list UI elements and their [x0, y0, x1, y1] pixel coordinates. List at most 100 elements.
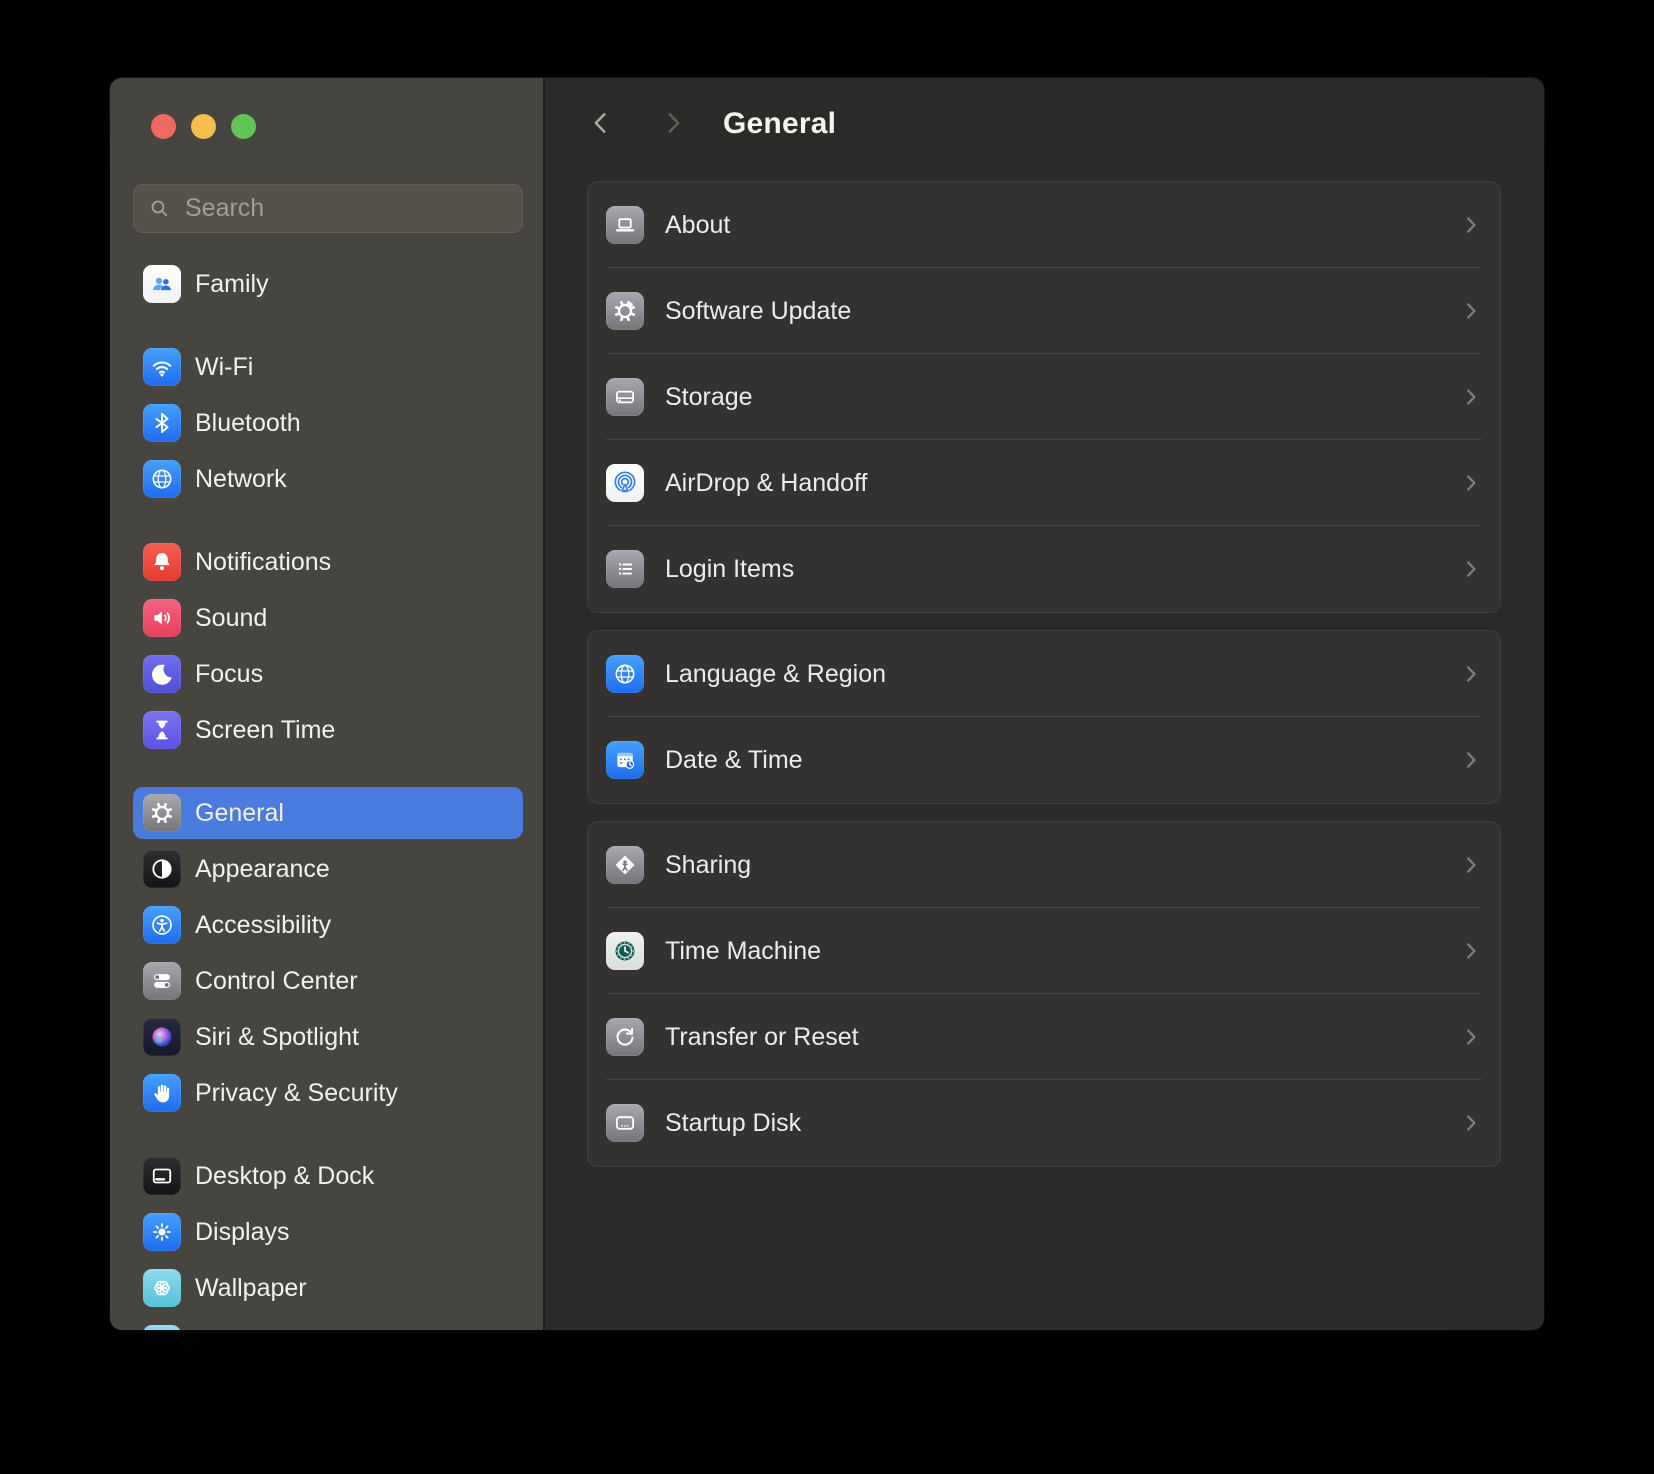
sidebar-item-label: Control Center [195, 966, 358, 995]
content-pane: General About Software Update Storage AirDr… [543, 78, 1544, 1330]
sidebar-item-family[interactable]: Family [133, 258, 523, 310]
desktop-dock-icon [143, 1157, 181, 1195]
sidebar-item-label: Bluetooth [195, 408, 301, 437]
settings-group: About Software Update Storage AirDrop & Han… [587, 181, 1501, 613]
settings-row-date-time[interactable]: Date & Time [588, 717, 1500, 803]
settings-row-about[interactable]: About [588, 182, 1500, 268]
storage-icon [606, 378, 644, 416]
sidebar-item-control-center[interactable]: Control Center [133, 955, 523, 1007]
wallpaper-icon [143, 1269, 181, 1307]
settings-row-airdrop-handoff[interactable]: AirDrop & Handoff [588, 440, 1500, 526]
settings-row-label: About [665, 210, 731, 239]
settings-row-label: Startup Disk [665, 1108, 802, 1137]
search-field[interactable] [133, 184, 523, 233]
siri-icon [143, 1018, 181, 1056]
bluetooth-icon [143, 404, 181, 442]
settings-row-label: Time Machine [665, 936, 822, 965]
sidebar-item-bluetooth[interactable]: Bluetooth [133, 397, 523, 449]
general-icon [143, 794, 181, 832]
sidebar-item-partial[interactable] [133, 1318, 523, 1330]
sidebar-item-focus[interactable]: Focus [133, 648, 523, 700]
sidebar-item-network[interactable]: Network [133, 453, 523, 505]
sidebar-item-label: Displays [195, 1217, 290, 1246]
sidebar-item-label: Sound [195, 603, 268, 632]
settings-sections: About Software Update Storage AirDrop & Han… [545, 181, 1544, 1167]
sidebar-item-screen-time[interactable]: Screen Time [133, 704, 523, 756]
airdrop-icon [606, 464, 644, 502]
settings-row-storage[interactable]: Storage [588, 354, 1500, 440]
sidebar-item-label: Desktop & Dock [195, 1161, 375, 1190]
settings-row-sharing[interactable]: Sharing [588, 822, 1500, 908]
sidebar-item-desktop-dock[interactable]: Desktop & Dock [133, 1150, 523, 1202]
traffic-light-minimize[interactable] [191, 114, 216, 139]
sidebar-item-wallpaper[interactable]: Wallpaper [133, 1262, 523, 1314]
transfer-reset-icon [606, 1018, 644, 1056]
sidebar-item-label: Notifications [195, 547, 332, 576]
desktop-background: Family Wi-Fi Bluetooth Network Notifications… [0, 0, 1654, 1474]
traffic-light-zoom[interactable] [231, 114, 256, 139]
page-title: General [723, 107, 837, 140]
settings-row-startup-disk[interactable]: Startup Disk [588, 1080, 1500, 1166]
sidebar-item-accessibility[interactable]: Accessibility [133, 899, 523, 951]
sidebar-item-label: Privacy & Security [195, 1078, 398, 1107]
settings-group: Language & Region Date & Time [587, 630, 1501, 804]
sidebar-item-label: Network [195, 464, 287, 493]
sidebar-item-displays[interactable]: Displays [133, 1206, 523, 1258]
sidebar-item-privacy-security[interactable]: Privacy & Security [133, 1067, 523, 1119]
settings-row-label: Storage [665, 382, 753, 411]
settings-row-transfer-reset[interactable]: Transfer or Reset [588, 994, 1500, 1080]
about-icon [606, 206, 644, 244]
family-icon [143, 265, 181, 303]
system-settings-window: Family Wi-Fi Bluetooth Network Notifications… [110, 78, 1544, 1330]
sidebar-item-label: General [195, 798, 284, 827]
sidebar-item-label: Appearance [195, 854, 330, 883]
settings-row-language-region[interactable]: Language & Region [588, 631, 1500, 717]
traffic-light-close[interactable] [151, 114, 176, 139]
wifi-icon [143, 348, 181, 386]
language-region-icon [606, 655, 644, 693]
sidebar-item-general[interactable]: General [133, 787, 523, 839]
settings-row-label: Transfer or Reset [665, 1022, 859, 1051]
chevron-right-icon [1460, 558, 1482, 580]
sharing-icon [606, 846, 644, 884]
sidebar-item-label: Siri & Spotlight [195, 1022, 359, 1051]
partial-icon [143, 1325, 181, 1330]
settings-row-time-machine[interactable]: Time Machine [588, 908, 1500, 994]
chevron-right-icon [1460, 663, 1482, 685]
settings-row-software-update[interactable]: Software Update [588, 268, 1500, 354]
chevron-right-icon [659, 109, 687, 137]
focus-icon [143, 655, 181, 693]
settings-group: Sharing Time Machine Transfer or Reset Star… [587, 821, 1501, 1167]
time-machine-icon [606, 932, 644, 970]
login-items-icon [606, 550, 644, 588]
notifications-icon [143, 543, 181, 581]
nav-back-button[interactable] [587, 109, 615, 137]
sound-icon [143, 599, 181, 637]
sidebar-item-sound[interactable]: Sound [133, 592, 523, 644]
sidebar-item-siri-spotlight[interactable]: Siri & Spotlight [133, 1011, 523, 1063]
accessibility-icon [143, 906, 181, 944]
nav-forward-button[interactable] [659, 109, 687, 137]
privacy-icon [143, 1074, 181, 1112]
sidebar-item-label: Family [195, 269, 269, 298]
sidebar-item-wifi[interactable]: Wi-Fi [133, 341, 523, 393]
search-input[interactable] [183, 193, 508, 224]
chevron-right-icon [1460, 940, 1482, 962]
chevron-right-icon [1460, 214, 1482, 236]
settings-row-label: Date & Time [665, 745, 803, 774]
settings-row-label: Sharing [665, 850, 752, 879]
startup-disk-icon [606, 1104, 644, 1142]
date-time-icon [606, 741, 644, 779]
chevron-right-icon [1460, 300, 1482, 322]
sidebar-item-appearance[interactable]: Appearance [133, 843, 523, 895]
sidebar-item-label: Wallpaper [195, 1273, 307, 1302]
sidebar-item-notifications[interactable]: Notifications [133, 536, 523, 588]
chevron-left-icon [587, 109, 615, 137]
content-header: General [545, 78, 1544, 181]
settings-row-login-items[interactable]: Login Items [588, 526, 1500, 612]
titlebar-traffic-lights [151, 114, 256, 139]
sidebar-nav: Family Wi-Fi Bluetooth Network Notifications… [110, 258, 543, 1330]
network-icon [143, 460, 181, 498]
